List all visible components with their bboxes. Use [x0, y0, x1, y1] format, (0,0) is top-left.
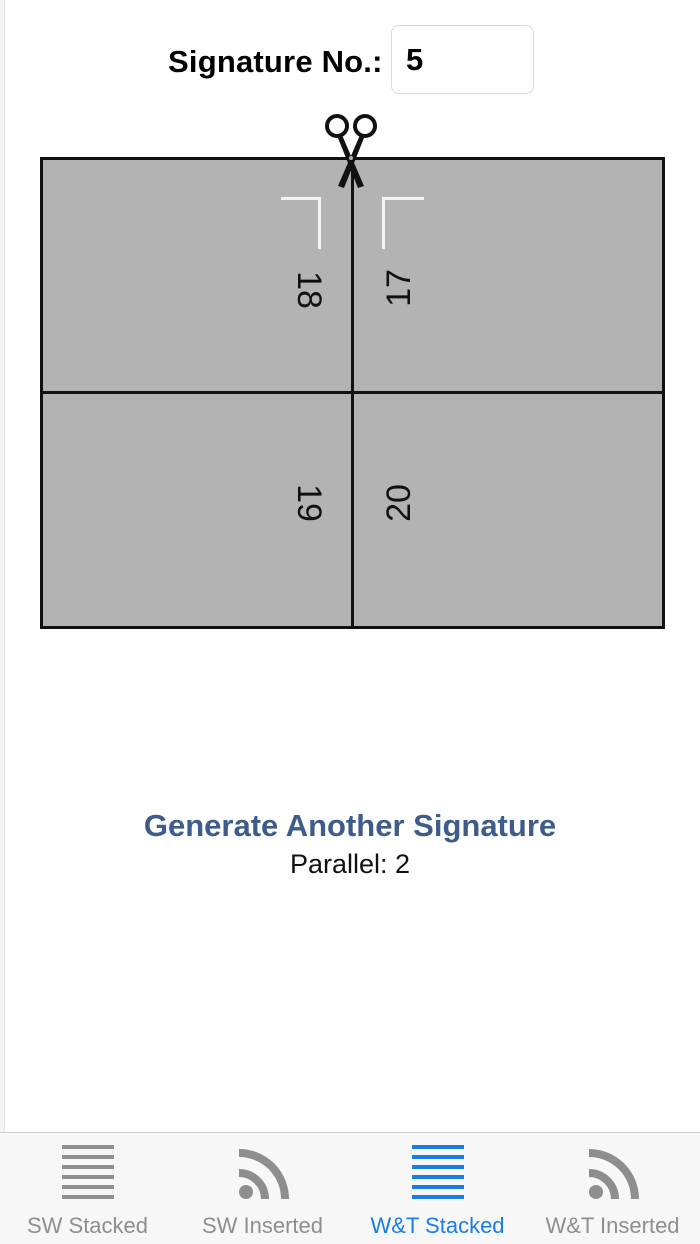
corner-mark-right — [382, 197, 424, 249]
page-number-top-right: 17 — [380, 269, 418, 307]
signature-row: Signature No.: — [0, 24, 700, 96]
tab-label-sw-stacked: SW Stacked — [26, 1213, 149, 1238]
page-number-top-left: 18 — [290, 271, 328, 309]
signature-diagram: 18 17 19 20 — [40, 157, 665, 629]
corner-mark-left — [281, 197, 321, 249]
inserted-arcs-icon — [238, 1149, 289, 1200]
signature-label: Signature No.: — [168, 44, 383, 79]
app-screen: Signature No.: 18 17 19 20 Generate Anot… — [0, 0, 700, 1244]
tab-label-wt-stacked: W&T Stacked — [370, 1213, 505, 1238]
tab-wt-inserted[interactable]: W&T Inserted — [525, 1133, 700, 1244]
left-edge-divider — [0, 0, 5, 1132]
parallel-count-text: Parallel: 2 — [289, 849, 411, 879]
stacked-lines-icon — [411, 1145, 464, 1199]
page-number-bottom-right: 20 — [380, 484, 418, 522]
bottom-tab-bar: SW Stacked SW Inserted W&T Stacked W&T I… — [0, 1132, 700, 1244]
page-number-bottom-left: 19 — [290, 484, 328, 522]
tab-sw-stacked[interactable]: SW Stacked — [0, 1133, 175, 1244]
generate-another-signature-button[interactable]: Generate Another Signature — [0, 808, 700, 844]
inserted-arcs-icon — [588, 1149, 639, 1200]
signature-number-input[interactable] — [391, 25, 534, 94]
tab-label-wt-inserted: W&T Inserted — [545, 1213, 680, 1238]
tab-sw-inserted[interactable]: SW Inserted — [175, 1133, 350, 1244]
stacked-lines-icon — [61, 1145, 114, 1199]
tab-label-sw-inserted: SW Inserted — [201, 1213, 324, 1238]
scissors-icon — [325, 114, 377, 188]
tab-wt-stacked[interactable]: W&T Stacked — [350, 1133, 525, 1244]
vertical-cut-line — [351, 160, 354, 626]
